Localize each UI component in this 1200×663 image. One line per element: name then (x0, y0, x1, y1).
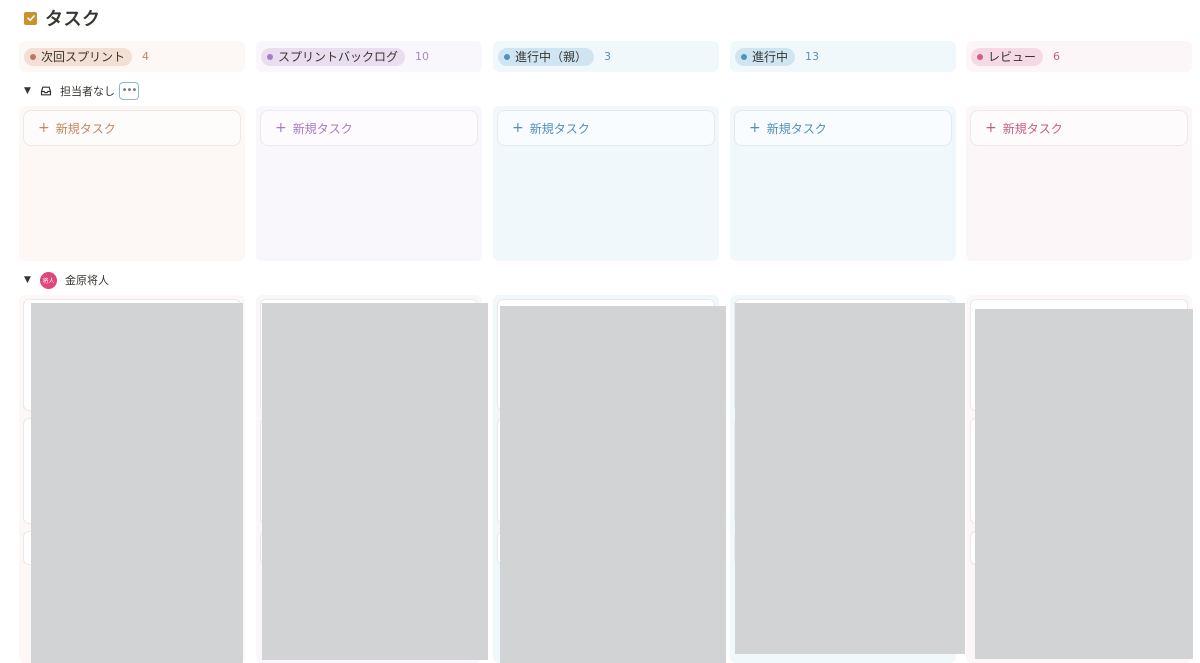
status-label: 次回スプリント (41, 49, 126, 64)
redacted-card-area (735, 303, 965, 654)
status-dot-icon (741, 53, 747, 60)
group-header-user[interactable]: ▼ 将人 金原将人 (24, 270, 109, 290)
status-pill[interactable]: 次回スプリント (24, 47, 133, 66)
group-label: 担当者なし (60, 85, 115, 98)
lane-unassigned-4: + 新規タスク (966, 106, 1192, 261)
plus-icon: + (38, 120, 50, 136)
new-task-label: 新規タスク (1002, 121, 1063, 136)
column-count: 3 (604, 50, 612, 63)
column-count: 6 (1053, 50, 1061, 63)
group-more-button[interactable]: ••• (119, 82, 139, 100)
plus-icon: + (512, 120, 524, 136)
page-title: タスク (45, 9, 101, 30)
status-dot-icon (977, 53, 983, 60)
new-task-label: 新規タスク (292, 121, 353, 136)
column-count: 10 (415, 50, 430, 63)
new-task-button[interactable]: + 新規タスク (734, 110, 952, 146)
status-label: レビュー (988, 49, 1037, 64)
collapse-toggle-icon[interactable]: ▼ (24, 275, 32, 285)
more-dots-icon: ••• (121, 85, 138, 96)
status-dot-icon (267, 53, 273, 60)
checkbox-icon (24, 11, 37, 25)
status-pill[interactable]: スプリントバックログ (261, 47, 406, 66)
column-header-2[interactable]: 進行中（親） 3 (493, 41, 719, 72)
new-task-label: 新規タスク (766, 121, 827, 136)
new-task-button[interactable]: + 新規タスク (970, 110, 1188, 146)
redacted-card-area (500, 306, 726, 663)
avatar: 将人 (40, 271, 57, 289)
plus-icon: + (985, 120, 997, 136)
status-label: 進行中（親） (515, 49, 588, 64)
status-label: スプリントバックログ (278, 49, 399, 64)
column-header-1[interactable]: スプリントバックログ 10 (256, 41, 482, 72)
page-title-row: タスク (24, 6, 101, 30)
inbox-icon (40, 85, 52, 97)
column-header-0[interactable]: 次回スプリント 4 (19, 41, 245, 72)
status-pill[interactable]: 進行中 (735, 47, 796, 66)
status-pill[interactable]: レビュー (971, 47, 1044, 66)
redacted-card-area (975, 309, 1193, 659)
new-task-button[interactable]: + 新規タスク (497, 110, 715, 146)
lane-unassigned-3: + 新規タスク (730, 106, 956, 261)
status-label: 進行中 (752, 49, 789, 64)
plus-icon: + (749, 120, 761, 136)
plus-icon: + (275, 120, 287, 136)
lane-unassigned-0: + 新規タスク (19, 106, 245, 261)
column-header-3[interactable]: 進行中 13 (730, 41, 956, 72)
redacted-card-area (31, 303, 243, 663)
new-task-label: 新規タスク (529, 121, 590, 136)
group-header-unassigned[interactable]: ▼ 担当者なし ••• (24, 81, 139, 101)
column-count: 13 (805, 50, 820, 63)
new-task-button[interactable]: + 新規タスク (23, 110, 241, 146)
status-pill[interactable]: 進行中（親） (498, 47, 595, 66)
lane-unassigned-2: + 新規タスク (493, 106, 719, 261)
collapse-toggle-icon[interactable]: ▼ (24, 86, 32, 96)
status-dot-icon (504, 53, 510, 60)
lane-unassigned-1: + 新規タスク (256, 106, 482, 261)
new-task-button[interactable]: + 新規タスク (260, 110, 478, 146)
status-dot-icon (30, 53, 36, 60)
kanban-board-page: タスク 次回スプリント 4 スプリントバックログ 10 進行中（親） 3 進行中 13 レビュー… (0, 0, 1200, 663)
redacted-card-area (262, 303, 488, 660)
column-header-4[interactable]: レビュー 6 (966, 41, 1192, 72)
column-count: 4 (142, 50, 150, 63)
group-label: 金原将人 (65, 274, 109, 287)
new-task-label: 新規タスク (55, 121, 116, 136)
